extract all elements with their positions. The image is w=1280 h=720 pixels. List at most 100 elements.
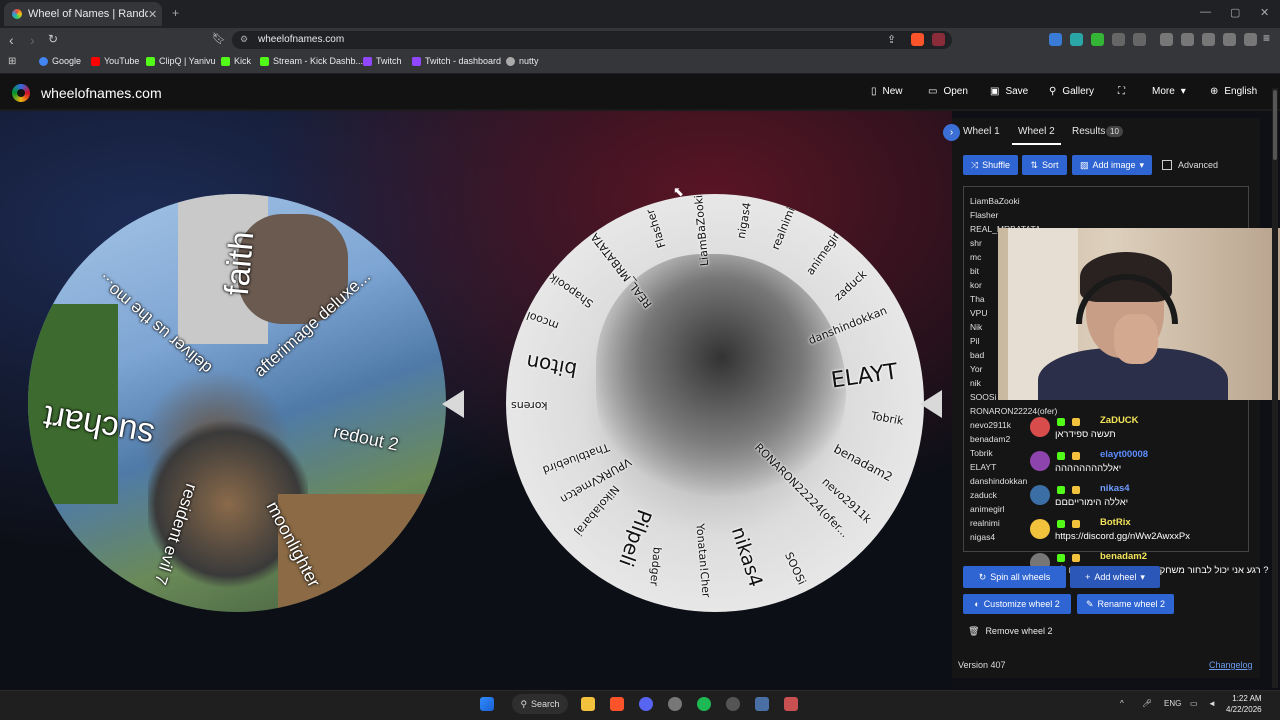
entry-line[interactable]: benadam2 <box>970 434 1010 444</box>
app-icon[interactable] <box>755 697 769 711</box>
site-info-icon[interactable]: ⚙︎ <box>240 34 248 45</box>
media-icon[interactable] <box>1160 33 1173 46</box>
customize-wheel-button[interactable]: ◐ Customize wheel 2 <box>963 594 1071 614</box>
entry-line[interactable]: RONARON22224(ofer) <box>970 406 1057 416</box>
add-image-button[interactable]: ▨ Add image ▾ <box>1072 155 1152 175</box>
obs-icon[interactable] <box>784 697 798 711</box>
bookmark-twitch[interactable]: Twitch <box>363 56 402 66</box>
brave-rewards-icon[interactable] <box>932 33 945 46</box>
spin-all-button[interactable]: ↻ Spin all wheels <box>963 566 1066 588</box>
sort-button[interactable]: ⇅ Sort <box>1022 155 1067 175</box>
spotify-icon[interactable] <box>697 697 711 711</box>
entry-line[interactable]: mc <box>970 252 981 262</box>
save-button[interactable]: ▣ Save <box>990 86 1028 97</box>
taskbar-clock[interactable]: 1:22 AM 4/22/2026 <box>1226 693 1262 715</box>
url-field[interactable]: wheelofnames.com <box>232 31 952 49</box>
entry-line[interactable]: LiamBaZooki <box>970 196 1020 206</box>
entry-line[interactable]: animegirl <box>970 504 1005 514</box>
fullscreen-button[interactable]: ⛶ <box>1118 86 1125 97</box>
forward-icon[interactable]: › <box>30 32 35 48</box>
entry-line[interactable]: Tha <box>970 294 985 304</box>
network-icon[interactable]: ▭ <box>1190 699 1198 708</box>
page-scrollbar[interactable] <box>1272 88 1278 688</box>
entry-line[interactable]: nigas4 <box>970 532 995 542</box>
shuffle-button[interactable]: ⤨ Shuffle <box>963 155 1018 175</box>
wallet-icon[interactable] <box>1202 33 1215 46</box>
apps-grid-icon[interactable]: ⊞ <box>8 56 16 67</box>
wheel-1[interactable]: faith afterimage deluxe... deliver us th… <box>28 194 446 612</box>
entry-line[interactable]: nik <box>970 378 981 388</box>
file-explorer-icon[interactable] <box>581 697 595 711</box>
entry-line[interactable]: Yor <box>970 364 982 374</box>
share-icon[interactable]: ⇪ <box>887 33 896 46</box>
entry-line[interactable]: nevo2911k <box>970 420 1011 430</box>
extension-icon[interactable] <box>1070 33 1083 46</box>
entry-line[interactable]: kor <box>970 280 982 290</box>
collapse-panel-icon[interactable]: › <box>943 124 960 141</box>
more-button[interactable]: More ▾ <box>1152 86 1186 97</box>
tab-wheel-2[interactable]: Wheel 2 <box>1012 126 1061 145</box>
bookmark-youtube[interactable]: YouTube <box>91 56 139 66</box>
open-button[interactable]: ▭ Open <box>928 86 968 97</box>
back-icon[interactable]: ‹ <box>9 32 14 48</box>
gallery-button[interactable]: ⚲ Gallery <box>1049 86 1094 97</box>
tray-chevron-icon[interactable]: ^ <box>1120 699 1124 708</box>
entry-line[interactable]: Tobrik <box>970 448 993 458</box>
extension-icon[interactable] <box>1133 33 1146 46</box>
bookmark-google[interactable]: Google <box>39 56 81 66</box>
extension-icon[interactable] <box>1049 33 1062 46</box>
brave-shield-icon[interactable] <box>911 33 924 46</box>
bookmark-twitch-dashboard[interactable]: Twitch - dashboard <box>412 56 501 66</box>
vpn-icon[interactable] <box>1244 33 1257 46</box>
discord-icon[interactable] <box>639 697 653 711</box>
extension-icon[interactable] <box>1091 33 1104 46</box>
entry-line[interactable]: danshindokkan <box>970 476 1027 486</box>
taskbar-search[interactable]: ⚲ Search <box>512 694 568 714</box>
entry-line[interactable]: Nik <box>970 322 982 332</box>
menu-icon[interactable]: ≡ <box>1263 31 1270 45</box>
close-tab-icon[interactable]: ✕ <box>148 8 162 21</box>
brave-icon[interactable] <box>610 697 624 711</box>
bookmark-clipq[interactable]: ClipQ | Yanivu <box>146 56 216 66</box>
browser-tab[interactable]: Wheel of Names | Random name... ✕ <box>4 2 162 26</box>
entry-line[interactable]: ELAYT <box>970 462 996 472</box>
entry-line[interactable]: Pil <box>970 336 979 346</box>
bookmark-stream-kick[interactable]: Stream - Kick Dashb... <box>260 56 363 66</box>
bookmark-icon[interactable]: 🔖︎ <box>212 32 226 45</box>
entry-line[interactable]: bad <box>970 350 984 360</box>
add-wheel-button[interactable]: + Add wheel ▾ <box>1070 566 1160 588</box>
microphone-icon[interactable]: 🎤︎ <box>1142 699 1152 708</box>
close-window-icon[interactable]: ✕ <box>1260 6 1269 19</box>
app-icon[interactable] <box>726 697 740 711</box>
entry-line[interactable]: realnimi <box>970 518 1000 528</box>
extension-icon[interactable] <box>1112 33 1125 46</box>
entry-line[interactable]: Flasher <box>970 210 998 220</box>
reload-icon[interactable]: ↻ <box>48 32 58 46</box>
new-button[interactable]: ▯ New <box>871 86 903 97</box>
wheel-2[interactable]: ELAYT Tobrik benadam2 nevo2911k RONARON2… <box>506 194 924 612</box>
tab-wheel-1[interactable]: Wheel 1 <box>963 126 1000 137</box>
app-icon[interactable] <box>668 697 682 711</box>
entry-line[interactable]: bit <box>970 266 979 276</box>
leo-icon[interactable] <box>1223 33 1236 46</box>
entry-line[interactable]: zaduck <box>970 490 997 500</box>
minimize-icon[interactable]: — <box>1200 6 1211 18</box>
scrollbar-thumb[interactable] <box>1273 90 1277 160</box>
maximize-icon[interactable]: ▢ <box>1230 6 1240 19</box>
new-tab-icon[interactable]: + <box>172 6 179 20</box>
bookmark-nutty[interactable]: nutty <box>506 56 539 66</box>
language-button[interactable]: ⊕ English <box>1210 86 1257 97</box>
tab-results[interactable]: Results <box>1072 126 1105 137</box>
bookmark-kick[interactable]: Kick <box>221 56 251 66</box>
site-name[interactable]: wheelofnames.com <box>41 85 162 101</box>
entry-line[interactable]: shr <box>970 238 982 248</box>
advanced-checkbox[interactable] <box>1162 160 1172 170</box>
changelog-link[interactable]: Changelog <box>1209 660 1253 670</box>
sidebar-icon[interactable] <box>1181 33 1194 46</box>
input-language[interactable]: ENG <box>1164 699 1181 708</box>
volume-icon[interactable]: ◄ <box>1208 699 1216 708</box>
remove-wheel-button[interactable]: 🗑︎ Remove wheel 2 <box>968 626 1052 637</box>
entry-line[interactable]: VPU <box>970 308 987 318</box>
rename-wheel-button[interactable]: ✎ Rename wheel 2 <box>1077 594 1174 614</box>
start-icon[interactable] <box>480 697 494 711</box>
